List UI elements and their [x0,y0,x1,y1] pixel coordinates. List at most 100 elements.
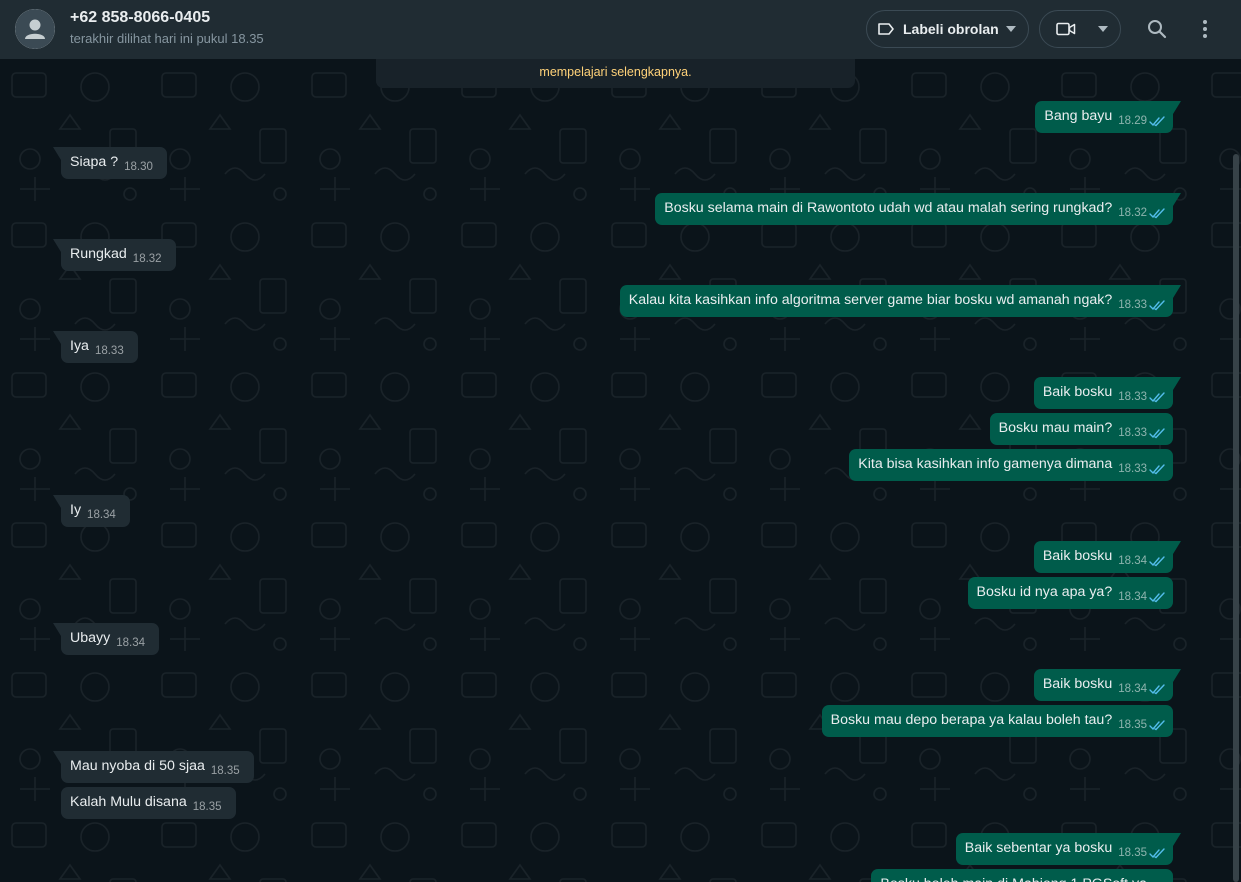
double-check-icon [1149,556,1165,567]
bubble-tail [1173,101,1181,114]
search-button[interactable] [1145,17,1169,41]
notice-text: mempelajari selengkapnya. [539,65,692,79]
bubble-tail [1173,193,1181,206]
message-time: 18.35 [1118,719,1147,731]
double-check-icon [1149,684,1165,695]
label-chat-button[interactable]: Labeli obrolan [866,10,1029,48]
contact-name[interactable]: +62 858-8066-0405 [70,9,210,27]
bubble-tail [1173,541,1181,554]
message-time: 18.32 [132,253,162,265]
outgoing-message[interactable]: Kita bisa kasihkan info gamenya dimana 18… [849,449,1173,481]
message-text: Siapa ? [70,154,119,170]
message-time: 18.33 [1118,391,1147,403]
double-check-icon [1149,464,1165,475]
bubble-tail [53,751,61,764]
bubble-tail [1173,285,1181,298]
double-check-icon [1149,848,1165,859]
outgoing-message[interactable]: Bosku selama main di Rawontoto udah wd a… [655,193,1181,225]
outgoing-message[interactable]: Kalau kita kasihkan info algoritma serve… [619,285,1181,317]
double-check-icon [1149,720,1165,731]
message-text: Mau nyoba di 50 sjaa [70,758,205,774]
message-time: 18.35 [210,765,240,777]
label-icon [878,23,894,35]
outgoing-message[interactable]: Bosku boleh main di Mahjong 1 PGSoft ya [871,869,1173,882]
double-check-icon [1149,592,1165,603]
search-icon [1148,20,1167,39]
contact-avatar[interactable] [15,9,55,49]
double-check-icon [1149,208,1165,219]
encryption-notice[interactable]: mempelajari selengkapnya. [376,59,855,88]
outgoing-message[interactable]: Bosku mau depo berapa ya kalau boleh tau… [821,705,1173,737]
incoming-message[interactable]: Iy 18.34 [53,495,130,527]
chat-area[interactable]: mempelajari selengkapnya. Bang bayu 18.29… [0,59,1241,882]
outgoing-message[interactable]: Bosku id nya apa ya? 18.34 [967,577,1173,609]
incoming-message[interactable]: Rungkad 18.32 [53,239,176,271]
bubble-tail [53,239,61,252]
message-time: 18.34 [1118,591,1147,603]
message-time: 18.34 [1118,683,1147,695]
message-text: Iya [70,338,89,354]
bubble-tail [1173,833,1181,846]
message-time: 18.32 [1118,207,1147,219]
outgoing-message[interactable]: Baik bosku 18.33 [1033,377,1181,409]
message-text: Baik bosku [1042,548,1113,564]
message-text: Bosku mau depo berapa ya kalau boleh tau… [830,712,1113,728]
label-chat-text: Labeli obrolan [903,21,999,37]
bubble-tail [53,331,61,344]
message-time: 18.30 [124,161,153,173]
incoming-message[interactable]: Mau nyoba di 50 sjaa 18.35 [53,751,254,783]
message-text: Bosku boleh main di Mahjong 1 PGSoft ya [880,876,1147,882]
message-time: 18.33 [1118,427,1147,439]
double-check-icon [1149,428,1165,439]
message-time: 18.34 [1118,555,1147,567]
message-time: 18.34 [87,509,116,521]
chat-scrollbar[interactable] [1233,154,1239,882]
bubble-tail [53,495,61,508]
bubble-tail [53,147,61,160]
message-text: Baik bosku [1042,384,1113,400]
message-text: Ubayy [70,630,111,646]
outgoing-message[interactable]: Bosku mau main? 18.33 [989,413,1173,445]
message-time: 18.33 [1118,299,1147,311]
message-time: 18.29 [1118,115,1147,127]
incoming-message[interactable]: Iya 18.33 [53,331,138,363]
incoming-message[interactable]: Kalah Mulu disana 18.35 [61,787,236,819]
message-time: 18.33 [1118,463,1147,475]
message-text: Iy [70,502,82,518]
message-text: Bosku mau main? [998,420,1113,436]
message-text: Kita bisa kasihkan info gamenya dimana [858,456,1113,472]
chevron-down-icon [1098,26,1108,32]
message-text: Rungkad [70,246,127,262]
person-avatar-icon [15,9,55,49]
message-time: 18.33 [94,345,124,357]
bubble-tail [1173,377,1181,390]
message-text: Bosku id nya apa ya? [976,584,1113,600]
double-check-icon [1149,300,1165,311]
message-text: Baik bosku [1042,676,1113,692]
message-time: 18.34 [116,637,145,649]
double-check-icon [1149,392,1165,403]
last-seen-status: terakhir dilihat hari ini pukul 18.35 [70,31,264,46]
message-time: 18.35 [1118,847,1147,859]
chevron-down-icon [1006,26,1016,32]
double-check-icon [1149,116,1165,127]
message-text: Kalau kita kasihkan info algoritma serve… [628,292,1113,308]
outgoing-message[interactable]: Baik bosku 18.34 [1033,541,1181,573]
video-camera-icon [1056,22,1076,36]
message-text: Bang bayu [1044,108,1113,124]
message-text: Bosku selama main di Rawontoto udah wd a… [664,200,1113,216]
menu-button[interactable] [1193,17,1217,41]
message-time: 18.35 [192,801,222,813]
bubble-tail [53,623,61,636]
incoming-message[interactable]: Siapa ? 18.30 [53,147,167,179]
outgoing-message[interactable]: Bang bayu 18.29 [1035,101,1181,133]
outgoing-message[interactable]: Baik sebentar ya bosku 18.35 [955,833,1181,865]
menu-dots-icon [1203,20,1207,38]
message-text: Kalah Mulu disana [70,794,187,810]
message-text: Baik sebentar ya bosku [964,840,1113,856]
video-call-button[interactable] [1039,10,1121,48]
chat-header: +62 858-8066-0405 terakhir dilihat hari … [0,0,1241,59]
incoming-message[interactable]: Ubayy 18.34 [53,623,159,655]
bubble-tail [1173,669,1181,682]
outgoing-message[interactable]: Baik bosku 18.34 [1033,669,1181,701]
